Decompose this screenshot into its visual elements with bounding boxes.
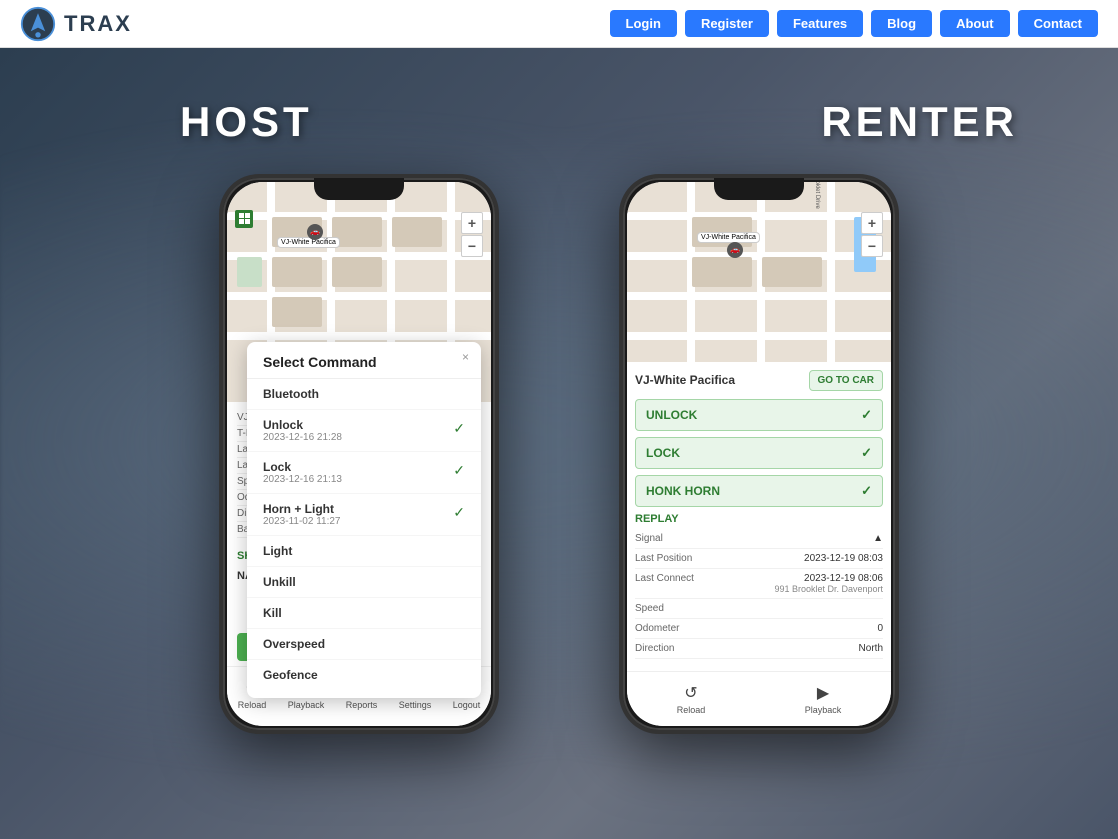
- cmd-horn-light[interactable]: Horn + Light 2023-11-02 11:27 ✓: [247, 494, 481, 536]
- cmd-kill[interactable]: Kill: [247, 598, 481, 629]
- features-button[interactable]: Features: [777, 10, 863, 37]
- logo-text: TRAX: [64, 11, 132, 37]
- direction-row: Direction North: [635, 639, 883, 659]
- renter-phone-screen: VJ-White Pacifica 🚗 Brooklet Drive + − V…: [627, 182, 891, 726]
- map-block: [237, 257, 262, 287]
- cmd-overspeed[interactable]: Overspeed: [247, 629, 481, 660]
- nav-reload-label: Reload: [238, 700, 267, 710]
- header-nav: Login Register Features Blog About Conta…: [610, 10, 1098, 37]
- renter-reload-label: Reload: [677, 705, 706, 715]
- renter-map-marker: VJ-White Pacifica: [697, 232, 760, 243]
- cmd-geofence[interactable]: Geofence: [247, 660, 481, 690]
- popup-title: Select Command: [247, 354, 481, 379]
- host-map-controls: + −: [461, 212, 483, 257]
- honk-horn-button[interactable]: HONK HORN ✓: [635, 475, 883, 507]
- host-phone-notch: [314, 178, 404, 200]
- popup-close-button[interactable]: ×: [462, 350, 469, 364]
- car-name: VJ-White Pacifica: [635, 373, 735, 387]
- last-position-row: Last Position 2023-12-19 08:03: [635, 549, 883, 569]
- odometer-row: Odometer 0: [635, 619, 883, 639]
- map-block: [272, 297, 322, 327]
- unlock-button[interactable]: UNLOCK ✓: [635, 399, 883, 431]
- login-button[interactable]: Login: [610, 10, 677, 37]
- host-map-marker: VJ-White Pacifica: [277, 237, 340, 248]
- header: TRAX Login Register Features Blog About …: [0, 0, 1118, 48]
- cmd-unkill[interactable]: Unkill: [247, 567, 481, 598]
- replay-label: REPLAY: [635, 513, 883, 525]
- host-label: HOST: [180, 98, 313, 146]
- cmd-bluetooth[interactable]: Bluetooth: [247, 379, 481, 410]
- host-phone-screen: VJ-White Pacifica 🚗 + −: [227, 182, 491, 726]
- zoom-in-button[interactable]: +: [461, 212, 483, 234]
- lock-button[interactable]: LOCK ✓: [635, 437, 883, 469]
- road-label: Brooklet Drive: [814, 182, 820, 209]
- goto-car-button[interactable]: GO TO CAR: [809, 370, 883, 391]
- nav-logout-label: Logout: [453, 700, 481, 710]
- logo-area: TRAX: [20, 6, 132, 42]
- nav-settings-label: Settings: [399, 700, 432, 710]
- renter-phone: VJ-White Pacifica 🚗 Brooklet Drive + − V…: [619, 174, 899, 734]
- reload-icon: ↺: [684, 683, 697, 703]
- host-map-pin: 🚗: [307, 224, 323, 240]
- cmd-light[interactable]: Light: [247, 536, 481, 567]
- nav-reports-label: Reports: [346, 700, 378, 710]
- grid-icon: [235, 210, 253, 228]
- renter-nav-reload[interactable]: ↺ Reload: [677, 683, 706, 715]
- renter-panel: VJ-White Pacifica GO TO CAR UNLOCK ✓ LOC…: [627, 362, 891, 667]
- map-block: [332, 257, 382, 287]
- phones-container: VJ-White Pacifica 🚗 + −: [219, 174, 899, 734]
- contact-button[interactable]: Contact: [1018, 10, 1098, 37]
- about-button[interactable]: About: [940, 10, 1010, 37]
- trax-logo-icon: [20, 6, 56, 42]
- map-block: [762, 257, 822, 287]
- command-popup: Select Command × Bluetooth Unlock 2023-1…: [247, 342, 481, 698]
- renter-label: RENTER: [821, 98, 1018, 146]
- host-phone: VJ-White Pacifica 🚗 + −: [219, 174, 499, 734]
- register-button[interactable]: Register: [685, 10, 769, 37]
- renter-playback-label: Playback: [805, 705, 842, 715]
- zoom-out-button[interactable]: −: [861, 235, 883, 257]
- renter-map-controls: + −: [861, 212, 883, 257]
- map-block: [392, 217, 442, 247]
- map-block: [692, 257, 752, 287]
- renter-map-pin: 🚗: [727, 242, 743, 258]
- playback-icon: ▶: [817, 683, 829, 703]
- nav-playback-label: Playback: [288, 700, 325, 710]
- renter-phone-notch: [714, 178, 804, 200]
- map-road: [827, 182, 835, 362]
- renter-map: VJ-White Pacifica 🚗 Brooklet Drive + −: [627, 182, 891, 362]
- signal-row: Signal ▲: [635, 529, 883, 549]
- speed-row: Speed: [635, 599, 883, 619]
- zoom-out-button[interactable]: −: [461, 235, 483, 257]
- car-name-row: VJ-White Pacifica GO TO CAR: [635, 370, 883, 391]
- renter-nav-playback[interactable]: ▶ Playback: [805, 683, 842, 715]
- cmd-unlock[interactable]: Unlock 2023-12-16 21:28 ✓: [247, 410, 481, 452]
- last-connect-row: Last Connect 2023-12-19 08:06 991 Brookl…: [635, 569, 883, 599]
- map-block: [272, 257, 322, 287]
- renter-bottom-nav: ↺ Reload ▶ Playback: [627, 671, 891, 726]
- cmd-lock[interactable]: Lock 2023-12-16 21:13 ✓: [247, 452, 481, 494]
- hero-section: HOST RENTER: [0, 48, 1118, 839]
- zoom-in-button[interactable]: +: [861, 212, 883, 234]
- blog-button[interactable]: Blog: [871, 10, 932, 37]
